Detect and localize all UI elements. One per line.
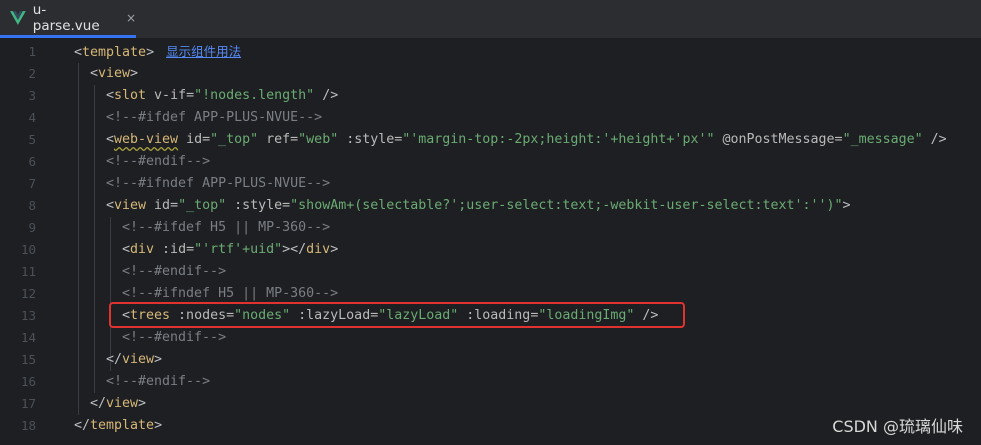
code-comment: <!--#endif--> [106, 154, 211, 169]
code-line: <view> [90, 66, 139, 81]
code-line: </view> [106, 352, 163, 367]
tab-title: u-parse.vue [32, 1, 100, 34]
code-line: <view id="_top" :style="showAm+(selectab… [106, 198, 851, 213]
code-line: </template> [74, 418, 163, 433]
line-number: 14 [20, 330, 36, 345]
code-comment: <!--#endif--> [122, 330, 227, 345]
line-number-gutter: 1 2 3 4 5 6 7 8 9 10 11 12 13 14 15 16 1… [0, 39, 56, 445]
indent-guide [78, 63, 79, 415]
code-line: </view> [90, 396, 147, 411]
code-comment: <!--#endif--> [106, 374, 211, 389]
highlight-annotation-box [109, 302, 685, 328]
indent-guide [110, 217, 111, 371]
line-number: 6 [28, 154, 36, 169]
tab-close-icon[interactable]: × [126, 11, 136, 25]
code-editor[interactable]: 1 2 3 4 5 6 7 8 9 10 11 12 13 14 15 16 1… [0, 39, 981, 445]
code-line: <template> 显示组件用法 [74, 44, 242, 60]
line-number: 17 [20, 396, 36, 411]
code-comment: <!--#ifdef APP-PLUS-NVUE--> [106, 110, 323, 125]
watermark: CSDN @琉璃仙味 [832, 417, 963, 436]
tab-u-parse-vue[interactable]: u-parse.vue × [0, 0, 136, 38]
line-number: 5 [28, 132, 36, 147]
line-number: 18 [20, 418, 36, 433]
vue-file-icon [10, 10, 26, 25]
line-number: 7 [28, 176, 36, 191]
line-number: 16 [20, 374, 36, 389]
code-line: <div :id="'rtf'+uid"></div> [122, 242, 339, 257]
code-comment: <!--#ifdef H5 || MP-360--> [122, 220, 331, 235]
line-number: 3 [28, 88, 36, 103]
line-number: 2 [28, 66, 36, 81]
line-number: 12 [20, 286, 36, 301]
code-line: <slot v-if="!nodes.length" /> [106, 88, 339, 103]
line-number: 10 [20, 242, 36, 257]
show-component-usage-link[interactable]: 显示组件用法 [166, 44, 241, 59]
indent-guide [94, 85, 95, 393]
line-number: 9 [28, 220, 36, 235]
code-comment: <!--#ifndef APP-PLUS-NVUE--> [106, 176, 331, 191]
code-line: <web-view id="_top" ref="web" :style="'m… [106, 132, 947, 147]
line-number: 15 [20, 352, 36, 367]
line-number: 4 [28, 110, 36, 125]
code-comment: <!--#endif--> [122, 264, 227, 279]
editor-tab-bar: u-parse.vue × [0, 0, 981, 39]
line-number: 1 [28, 44, 36, 59]
line-number: 13 [20, 308, 36, 323]
line-number: 8 [28, 198, 36, 213]
line-number: 11 [20, 264, 36, 279]
